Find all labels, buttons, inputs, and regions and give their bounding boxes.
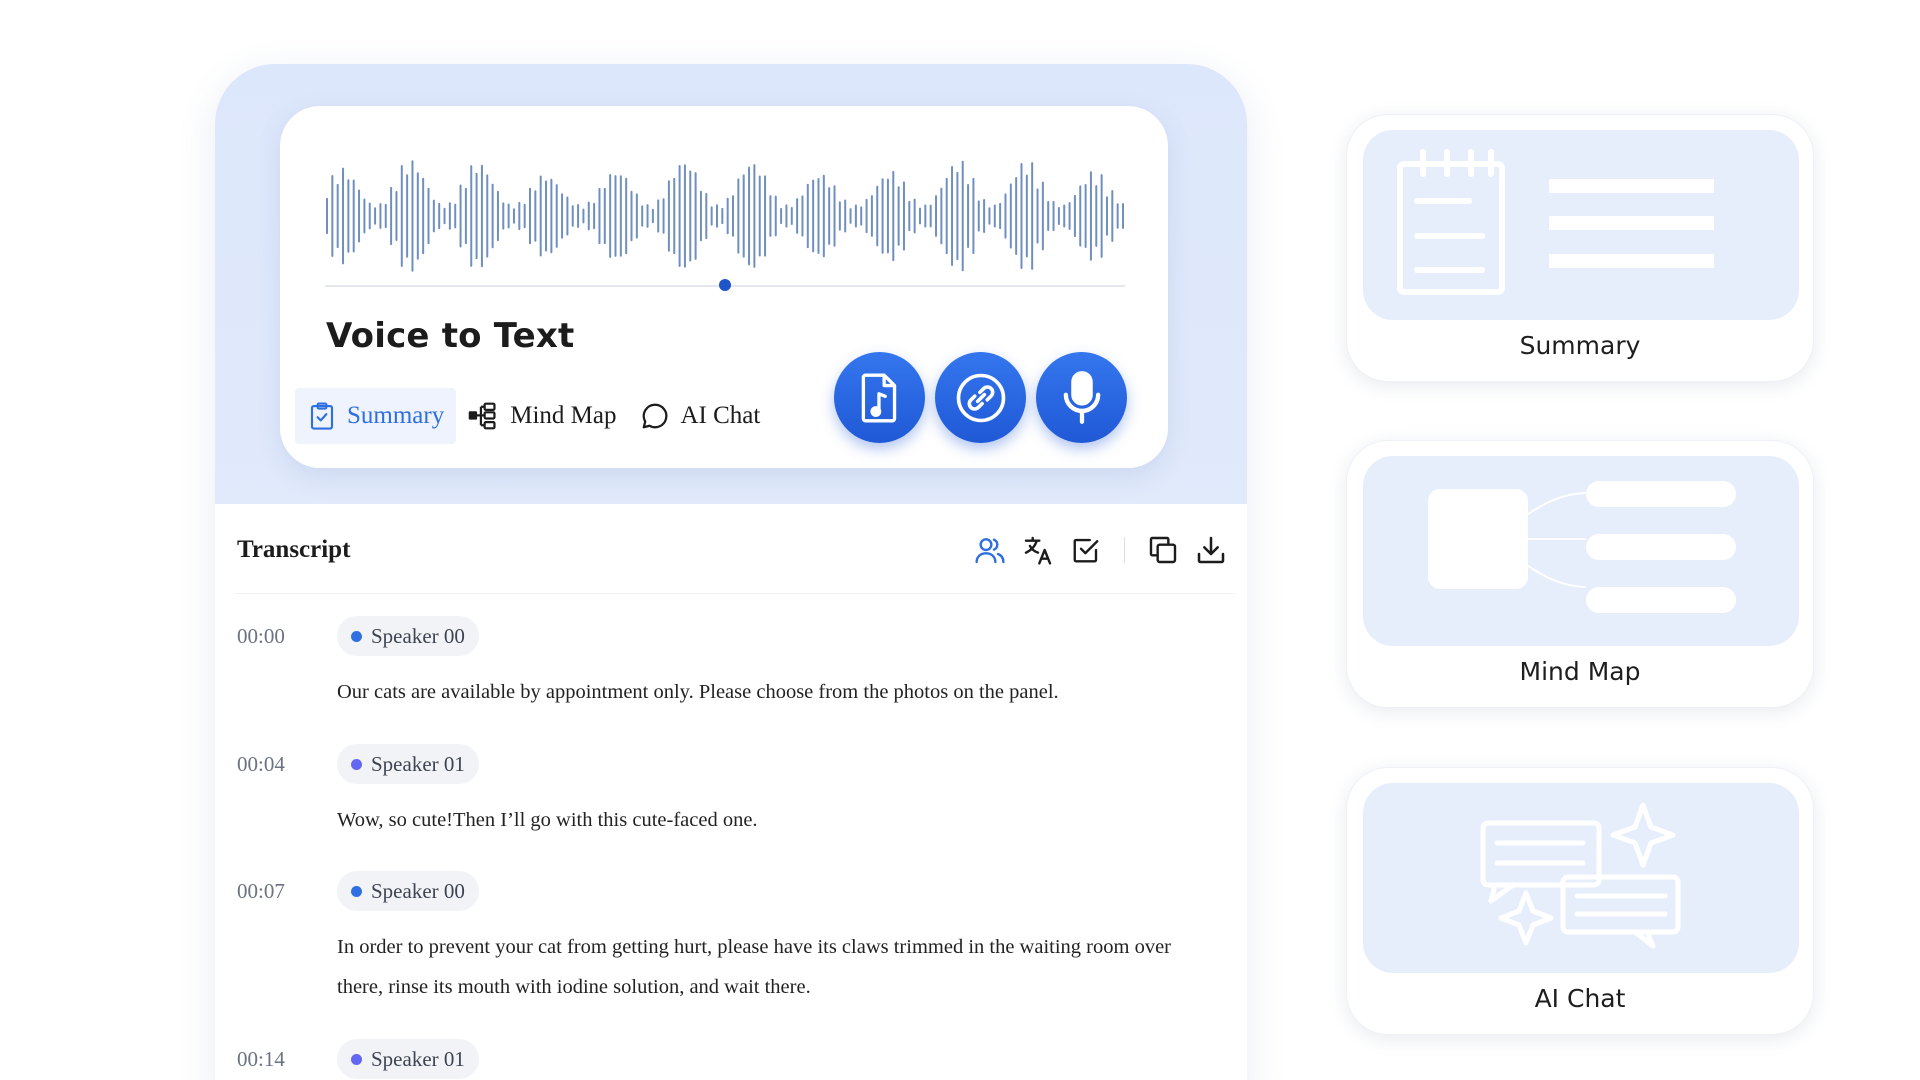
- mind-map-illustration-icon: [1428, 481, 1736, 613]
- mind-map-art: [1363, 456, 1799, 646]
- utterance-text: Our cats are available by appointment on…: [337, 681, 1059, 703]
- speaker-chip[interactable]: Speaker 00: [337, 871, 479, 911]
- download-button[interactable]: [1187, 528, 1235, 572]
- speaker-dot: [351, 1053, 362, 1065]
- import-link-button[interactable]: [935, 352, 1026, 443]
- speaker-name: Speaker 00: [371, 623, 465, 648]
- action-buttons: [834, 352, 1127, 443]
- transcript-toolbar: [966, 528, 1235, 572]
- clipboard-check-icon: [310, 402, 334, 430]
- speaker-name: Speaker 01: [371, 751, 465, 776]
- select-button[interactable]: [1062, 528, 1110, 572]
- speaker-dot: [351, 758, 362, 770]
- app-window: Voice to Text Summary Mind Map AI Chat T…: [215, 64, 1247, 1080]
- timestamp[interactable]: 00:14: [237, 1047, 285, 1072]
- feature-card-ai-chat[interactable]: AI Chat: [1346, 767, 1814, 1035]
- speakers-button[interactable]: [966, 528, 1014, 572]
- music-file-icon: [861, 372, 896, 423]
- toolbar-divider: [1124, 537, 1125, 563]
- tab-mind-map[interactable]: Mind Map: [456, 388, 628, 444]
- speaker-chip[interactable]: Speaker 00: [337, 616, 479, 656]
- speaker-name: Speaker 00: [371, 878, 465, 903]
- copy-icon: [1149, 536, 1177, 564]
- checkbox-icon: [1073, 538, 1099, 563]
- link-icon: [956, 373, 1005, 422]
- feature-label: AI Chat: [1534, 984, 1626, 1013]
- speakers-icon: [975, 538, 1005, 564]
- chat-sparkle-icon: [1480, 802, 1681, 949]
- summary-art: [1363, 130, 1799, 320]
- transcript-panel: Transcript 00:00 Speaker 00 Our cats are…: [215, 504, 1247, 1080]
- mind-map-icon: [468, 402, 496, 430]
- feature-label: Summary: [1519, 331, 1641, 360]
- download-icon: [1197, 536, 1225, 564]
- tab-mind-map-label: Mind Map: [510, 402, 617, 429]
- waveform: [326, 160, 1124, 272]
- tab-summary[interactable]: Summary: [295, 388, 457, 444]
- notepad-icon: [1397, 149, 1714, 295]
- chat-bubble-icon: [643, 403, 668, 429]
- microphone-icon: [1063, 370, 1100, 424]
- transcript-title: Transcript: [237, 536, 351, 563]
- player-card: Voice to Text Summary Mind Map AI Chat: [280, 106, 1168, 468]
- tab-bar: Summary Mind Map AI Chat: [295, 388, 772, 444]
- upload-audio-button[interactable]: [834, 352, 925, 443]
- feature-card-summary[interactable]: Summary: [1346, 114, 1814, 382]
- timestamp[interactable]: 00:00: [237, 624, 285, 649]
- tab-summary-label: Summary: [347, 402, 445, 429]
- player-title: Voice to Text: [326, 316, 575, 356]
- utterance-text: Wow, so cute!Then I’ll go with this cute…: [337, 809, 758, 831]
- speaker-chip[interactable]: Speaker 01: [337, 1039, 479, 1079]
- speaker-name: Speaker 01: [371, 1046, 465, 1071]
- tab-ai-chat[interactable]: AI Chat: [628, 388, 772, 444]
- timestamp[interactable]: 00:04: [237, 752, 285, 777]
- record-button[interactable]: [1036, 352, 1127, 443]
- progress-knob[interactable]: [719, 279, 731, 291]
- translate-button[interactable]: [1014, 528, 1062, 572]
- ai-chat-art: [1363, 783, 1799, 973]
- speaker-dot: [351, 630, 362, 642]
- copy-button[interactable]: [1139, 528, 1187, 572]
- translate-icon: [1024, 536, 1052, 565]
- transcript-header: Transcript: [235, 504, 1235, 594]
- tab-ai-chat-label: AI Chat: [680, 402, 761, 429]
- speaker-chip[interactable]: Speaker 01: [337, 744, 479, 784]
- speaker-dot: [351, 885, 362, 897]
- timestamp[interactable]: 00:07: [237, 879, 285, 904]
- feature-card-mind-map[interactable]: Mind Map: [1346, 440, 1814, 708]
- feature-label: Mind Map: [1519, 657, 1641, 686]
- utterance-text: In order to prevent your cat from gettin…: [337, 936, 1171, 998]
